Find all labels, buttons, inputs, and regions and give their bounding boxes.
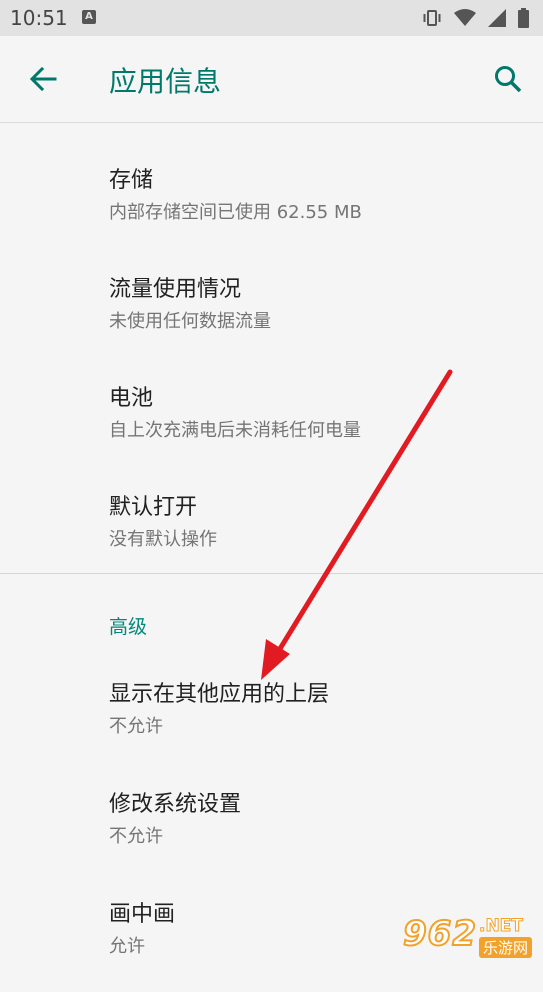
status-icons [422, 8, 529, 28]
open-by-default-item[interactable]: 默认打开 没有默认操作 [0, 489, 543, 585]
notification-icon: A [82, 10, 96, 24]
status-time: 10:51 [10, 6, 68, 30]
search-icon [495, 66, 522, 93]
search-button[interactable] [493, 64, 523, 94]
page-title: 应用信息 [109, 65, 222, 98]
watermark-logo: 962 .NET 乐游网 [402, 913, 535, 962]
watermark-suffix: .NET [479, 916, 524, 937]
watermark-number: 962 [402, 913, 477, 955]
picture-in-picture-title: 画中画 [109, 902, 176, 927]
modify-system-settings-summary: 不允许 [109, 826, 163, 847]
status-bar: 10:51 A [0, 0, 543, 36]
app-bar: 应用信息 [0, 36, 543, 123]
wifi-icon [454, 9, 476, 26]
open-by-default-summary: 没有默认操作 [109, 529, 217, 550]
battery-item[interactable]: 电池 自上次充满电后未消耗任何电量 [0, 380, 543, 476]
back-button[interactable] [28, 64, 58, 94]
data-usage-item[interactable]: 流量使用情况 未使用任何数据流量 [0, 271, 543, 367]
display-over-apps-title: 显示在其他应用的上层 [109, 682, 330, 707]
data-usage-summary: 未使用任何数据流量 [109, 311, 271, 332]
storage-title: 存储 [109, 168, 154, 193]
open-by-default-title: 默认打开 [109, 495, 198, 520]
signal-icon [488, 9, 506, 27]
battery-summary: 自上次充满电后未消耗任何电量 [109, 420, 361, 441]
modify-system-settings-item[interactable]: 修改系统设置 不允许 [0, 786, 543, 882]
display-over-apps-item[interactable]: 显示在其他应用的上层 不允许 [0, 676, 543, 772]
modify-system-settings-title: 修改系统设置 [109, 792, 242, 817]
storage-item[interactable]: 存储 内部存储空间已使用 62.55 MB [0, 162, 543, 258]
data-usage-title: 流量使用情况 [109, 277, 242, 302]
arrow-back-icon [29, 66, 57, 92]
section-divider [0, 573, 543, 574]
watermark-text: 乐游网 [479, 937, 533, 958]
storage-summary: 内部存储空间已使用 62.55 MB [109, 202, 362, 223]
vibrate-icon [423, 10, 441, 26]
picture-in-picture-summary: 允许 [109, 936, 145, 957]
advanced-section-header: 高级 [109, 616, 148, 638]
battery-title: 电池 [109, 386, 154, 411]
display-over-apps-summary: 不允许 [109, 716, 163, 737]
battery-icon [518, 8, 529, 28]
